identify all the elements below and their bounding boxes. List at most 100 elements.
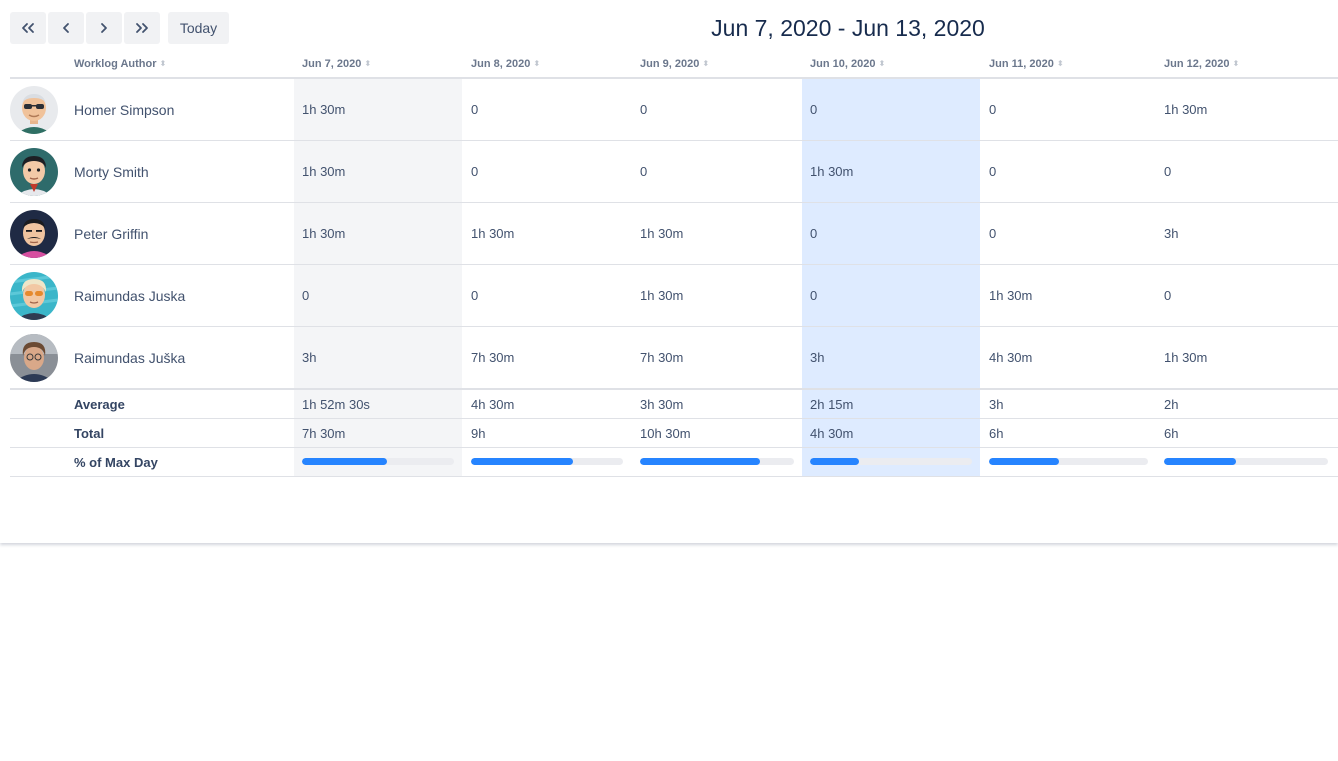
worklog-cell[interactable]: 0 xyxy=(989,79,996,141)
sort-icon: ⬍ xyxy=(878,59,886,68)
worklog-cell[interactable]: 0 xyxy=(1164,265,1171,327)
sort-icon: ⬍ xyxy=(1232,59,1240,68)
worklog-cell[interactable]: 0 xyxy=(810,79,817,141)
column-header-day-4[interactable]: Jun 10, 2020 ⬍ xyxy=(810,58,885,70)
column-header-label: Jun 9, 2020 xyxy=(640,58,700,70)
last-page-button[interactable] xyxy=(124,12,160,44)
author-name[interactable]: Peter Griffin xyxy=(74,203,148,265)
worklog-cell[interactable]: 1h 30m xyxy=(640,203,683,265)
worklog-cell[interactable]: 0 xyxy=(471,265,478,327)
table-row: Peter Griffin 1h 30m 1h 30m 1h 30m 0 0 3… xyxy=(0,203,1338,265)
column-header-label: Jun 10, 2020 xyxy=(810,58,876,70)
summary-cell: 3h 30m xyxy=(640,397,684,412)
worklog-cell[interactable]: 1h 30m xyxy=(302,79,345,141)
summary-row-average: Average 1h 52m 30s 4h 30m 3h 30m 2h 15m … xyxy=(0,389,1338,418)
column-header-label: Jun 8, 2020 xyxy=(471,58,531,70)
max-day-progress-bar xyxy=(989,458,1148,465)
sort-icon: ⬍ xyxy=(1056,59,1064,68)
avatar[interactable] xyxy=(10,334,58,382)
worklog-cell[interactable]: 1h 30m xyxy=(302,203,345,265)
avatar[interactable] xyxy=(10,210,58,258)
worklog-cell[interactable]: 3h xyxy=(810,327,824,389)
author-name[interactable]: Raimundas Juška xyxy=(74,327,185,389)
column-header-day-3[interactable]: Jun 9, 2020 ⬍ xyxy=(640,58,709,70)
author-name[interactable]: Homer Simpson xyxy=(74,79,174,141)
column-header-day-6[interactable]: Jun 12, 2020 ⬍ xyxy=(1164,58,1239,70)
next-page-button[interactable] xyxy=(86,12,122,44)
worklog-cell[interactable]: 0 xyxy=(810,203,817,265)
first-page-button[interactable] xyxy=(10,12,46,44)
worklog-cell[interactable]: 0 xyxy=(640,79,647,141)
column-header-day-5[interactable]: Jun 11, 2020 ⬍ xyxy=(989,58,1064,70)
date-range-title: Jun 7, 2020 - Jun 13, 2020 xyxy=(711,15,985,41)
sort-icon: ⬍ xyxy=(159,59,167,68)
blonde-sunglasses-avatar xyxy=(10,272,58,320)
sort-icon: ⬍ xyxy=(533,59,541,68)
bald-man-sunglasses-avatar xyxy=(10,86,58,134)
column-header-label: Worklog Author xyxy=(74,58,157,70)
summary-cell: 6h xyxy=(1164,426,1179,441)
worklog-cell[interactable]: 4h 30m xyxy=(989,327,1032,389)
worklog-cell[interactable]: 0 xyxy=(989,141,996,203)
summary-cell: 7h 30m xyxy=(302,426,346,441)
worklog-cell[interactable]: 1h 30m xyxy=(640,265,683,327)
summary-cell: 10h 30m xyxy=(640,426,691,441)
max-day-progress-bar xyxy=(810,458,972,465)
double-chevron-right-icon xyxy=(136,23,148,33)
summary-label: % of Max Day xyxy=(74,455,158,470)
column-header-label: Jun 7, 2020 xyxy=(302,58,362,70)
sort-icon: ⬍ xyxy=(702,59,710,68)
table-row: Morty Smith 1h 30m 0 0 1h 30m 0 0 xyxy=(0,141,1338,203)
column-header-day-1[interactable]: Jun 7, 2020 ⬍ xyxy=(302,58,371,70)
worklog-cell[interactable]: 1h 30m xyxy=(1164,79,1207,141)
table-row: Raimundas Juška 3h 7h 30m 7h 30m 3h 4h 3… xyxy=(0,327,1338,389)
table-bottom-divider xyxy=(10,476,1338,477)
progress-fill xyxy=(640,458,761,465)
worklog-cell[interactable]: 1h 30m xyxy=(471,203,514,265)
max-day-progress-bar xyxy=(302,458,454,465)
column-header-day-2[interactable]: Jun 8, 2020 ⬍ xyxy=(471,58,540,70)
worklog-cell[interactable]: 1h 30m xyxy=(302,141,345,203)
avatar[interactable] xyxy=(10,272,58,320)
young-man-avatar xyxy=(10,148,58,196)
worklog-cell[interactable]: 7h 30m xyxy=(640,327,683,389)
worklog-cell[interactable]: 1h 30m xyxy=(989,265,1032,327)
summary-cell: 2h xyxy=(1164,397,1179,412)
author-name[interactable]: Morty Smith xyxy=(74,141,149,203)
worklog-cell[interactable]: 0 xyxy=(471,79,478,141)
max-day-progress-bar xyxy=(471,458,623,465)
progress-fill xyxy=(1164,458,1237,465)
summary-label: Average xyxy=(74,397,125,412)
author-name[interactable]: Raimundas Juska xyxy=(74,265,185,327)
avatar[interactable] xyxy=(10,148,58,196)
summary-cell: 4h 30m xyxy=(810,426,854,441)
worklog-cell[interactable]: 0 xyxy=(810,265,817,327)
max-day-progress-bar xyxy=(640,458,794,465)
worklog-cell[interactable]: 0 xyxy=(471,141,478,203)
summary-label: Total xyxy=(74,426,105,441)
worklog-cell[interactable]: 0 xyxy=(640,141,647,203)
sort-icon: ⬍ xyxy=(364,59,372,68)
today-button[interactable]: Today xyxy=(168,12,229,44)
column-header-label: Jun 11, 2020 xyxy=(989,58,1054,70)
avatar[interactable] xyxy=(10,86,58,134)
worklog-cell[interactable]: 1h 30m xyxy=(810,141,853,203)
worklog-cell[interactable]: 7h 30m xyxy=(471,327,514,389)
summary-cell: 6h xyxy=(989,426,1004,441)
table-row: Raimundas Juska 0 0 1h 30m 0 1h 30m 0 xyxy=(0,265,1338,327)
worklog-cell[interactable]: 0 xyxy=(1164,141,1171,203)
progress-fill xyxy=(989,458,1059,465)
previous-page-button[interactable] xyxy=(48,12,84,44)
mustache-man-avatar xyxy=(10,210,58,258)
worklog-cell[interactable]: 0 xyxy=(989,203,996,265)
worklog-cell[interactable]: 3h xyxy=(1164,203,1178,265)
progress-fill xyxy=(302,458,388,465)
worklog-cell[interactable]: 3h xyxy=(302,327,316,389)
max-day-progress-bar xyxy=(1164,458,1328,465)
table-row: Homer Simpson 1h 30m 0 0 0 0 1h 30m xyxy=(0,79,1338,141)
column-header-author[interactable]: Worklog Author ⬍ xyxy=(74,58,166,70)
summary-cell: 2h 15m xyxy=(810,397,854,412)
worklog-cell[interactable]: 0 xyxy=(302,265,309,327)
worklog-cell[interactable]: 1h 30m xyxy=(1164,327,1207,389)
progress-fill xyxy=(810,458,859,465)
